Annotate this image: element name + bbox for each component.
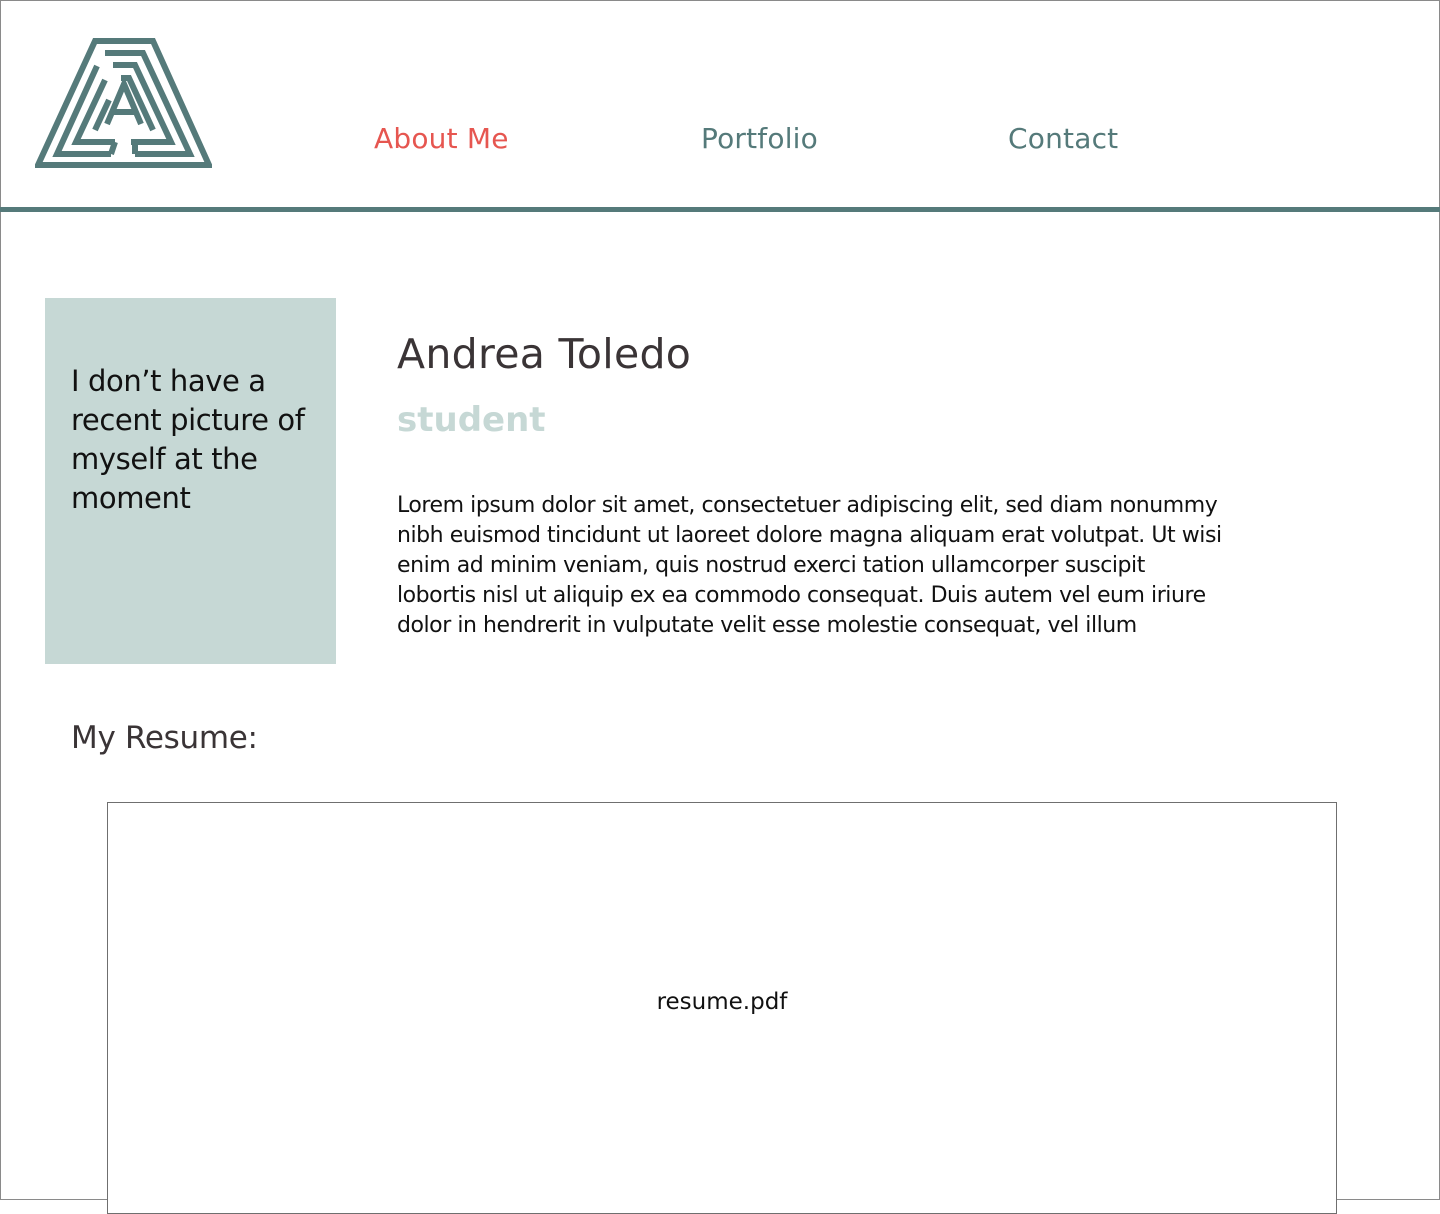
resume-heading: My Resume: (71, 720, 258, 756)
profile-role: student (397, 400, 546, 440)
resume-viewer[interactable]: resume.pdf (107, 802, 1337, 1214)
nav-link-contact[interactable]: Contact (1008, 122, 1118, 155)
photo-placeholder-text: I don’t have a recent picture of myself … (71, 364, 305, 515)
profile-bio: Lorem ipsum dolor sit amet, consectetuer… (397, 493, 1222, 638)
maze-triangle-a-logo-icon (35, 38, 212, 168)
nav-link-portfolio[interactable]: Portfolio (701, 122, 818, 155)
profile-name: Andrea Toledo (397, 330, 692, 378)
header-divider (0, 207, 1440, 212)
profile-photo-placeholder: I don’t have a recent picture of myself … (45, 298, 336, 664)
resume-filename: resume.pdf (656, 989, 788, 1015)
nav-link-about-me[interactable]: About Me (374, 122, 509, 155)
